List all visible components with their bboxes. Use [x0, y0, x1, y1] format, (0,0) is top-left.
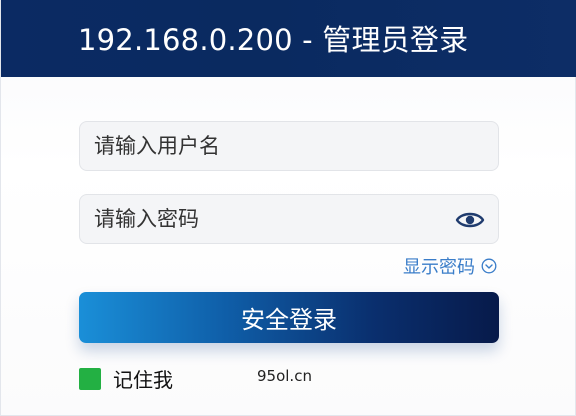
watermark-text: 95ol.cn: [257, 367, 312, 385]
password-field[interactable]: [79, 194, 499, 244]
page-title: 192.168.0.200 - 管理员登录: [78, 22, 469, 57]
show-password-link[interactable]: 显示密码: [403, 253, 497, 279]
remember-me-label: 记住我: [113, 368, 173, 392]
header-bar: 192.168.0.200 - 管理员登录: [1, 0, 576, 77]
username-field[interactable]: [79, 121, 499, 171]
secure-login-button[interactable]: 安全登录: [79, 292, 499, 343]
checkbox-box[interactable]: [79, 367, 101, 390]
show-password-label: 显示密码: [403, 257, 475, 278]
password-visibility-toggle[interactable]: [454, 207, 486, 233]
chevron-circle-icon: [481, 258, 497, 274]
username-input[interactable]: [80, 122, 498, 170]
login-window: 192.168.0.200 - 管理员登录 显示密码 安全登录 记住我 95ol…: [0, 0, 576, 416]
password-input[interactable]: [80, 195, 498, 243]
remember-me-checkbox[interactable]: 记住我: [79, 364, 173, 393]
eye-icon: [455, 212, 485, 228]
